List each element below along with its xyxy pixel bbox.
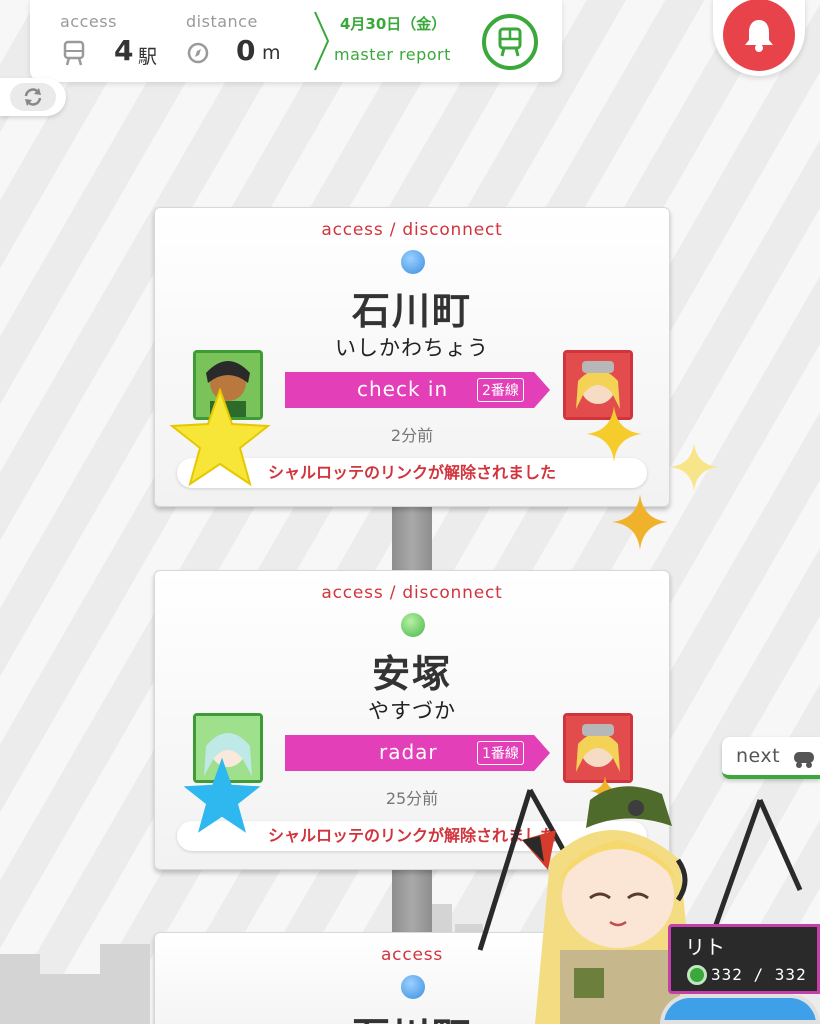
train-icon (498, 27, 522, 57)
radar-button[interactable]: radar 1番線 (285, 735, 550, 771)
report-date[interactable]: 4月30日（金） (340, 13, 446, 34)
action-label: radar (379, 740, 438, 764)
station-status: access / disconnect (321, 220, 503, 240)
chevron-right-icon (314, 11, 330, 71)
sparkle-icon (670, 443, 718, 491)
character-status-panel[interactable]: リト 332 / 332 (668, 924, 820, 994)
hp-icon (687, 965, 707, 985)
track-number: 2番線 (477, 378, 524, 402)
access-count: 4 (114, 34, 134, 67)
sparkle-icon (586, 406, 642, 462)
access-unit: 駅 (138, 46, 158, 68)
master-report-link[interactable]: master report (334, 45, 451, 64)
character-hp: 332 / 332 (711, 965, 807, 984)
sign-pole (392, 868, 432, 938)
distance-value: 0 (236, 34, 256, 67)
train-icon (794, 752, 814, 768)
station-name: 安塚 (371, 652, 452, 696)
check-in-button[interactable]: check in 2番線 (285, 372, 550, 408)
star-icon (169, 388, 271, 487)
refresh-button[interactable] (0, 78, 66, 116)
distance-unit: m (262, 42, 281, 64)
station-name: 石川町 (351, 289, 472, 333)
track-number: 1番線 (477, 741, 524, 765)
distance-label: distance (186, 12, 258, 31)
status-bar: access 4 駅 distance 0 m 4月30日（金） master … (30, 0, 562, 82)
master-report-button[interactable] (482, 14, 538, 70)
next-label: next (736, 745, 781, 767)
compass-icon (187, 42, 209, 64)
train-icon (63, 40, 85, 66)
access-label: access (60, 12, 117, 31)
star-icon (183, 757, 261, 833)
station-color-dot (401, 975, 425, 999)
bell-icon (745, 20, 773, 52)
sign-pole (392, 505, 432, 575)
notification-button[interactable] (713, 0, 805, 76)
sparkle-icon (612, 494, 668, 550)
character-name: リト (685, 935, 725, 959)
action-label: check in (357, 377, 449, 401)
station-color-dot (401, 250, 425, 274)
action-button[interactable] (660, 994, 820, 1024)
station-color-dot (401, 613, 425, 637)
station-status: access / disconnect (321, 583, 503, 603)
refresh-icon (24, 88, 42, 106)
